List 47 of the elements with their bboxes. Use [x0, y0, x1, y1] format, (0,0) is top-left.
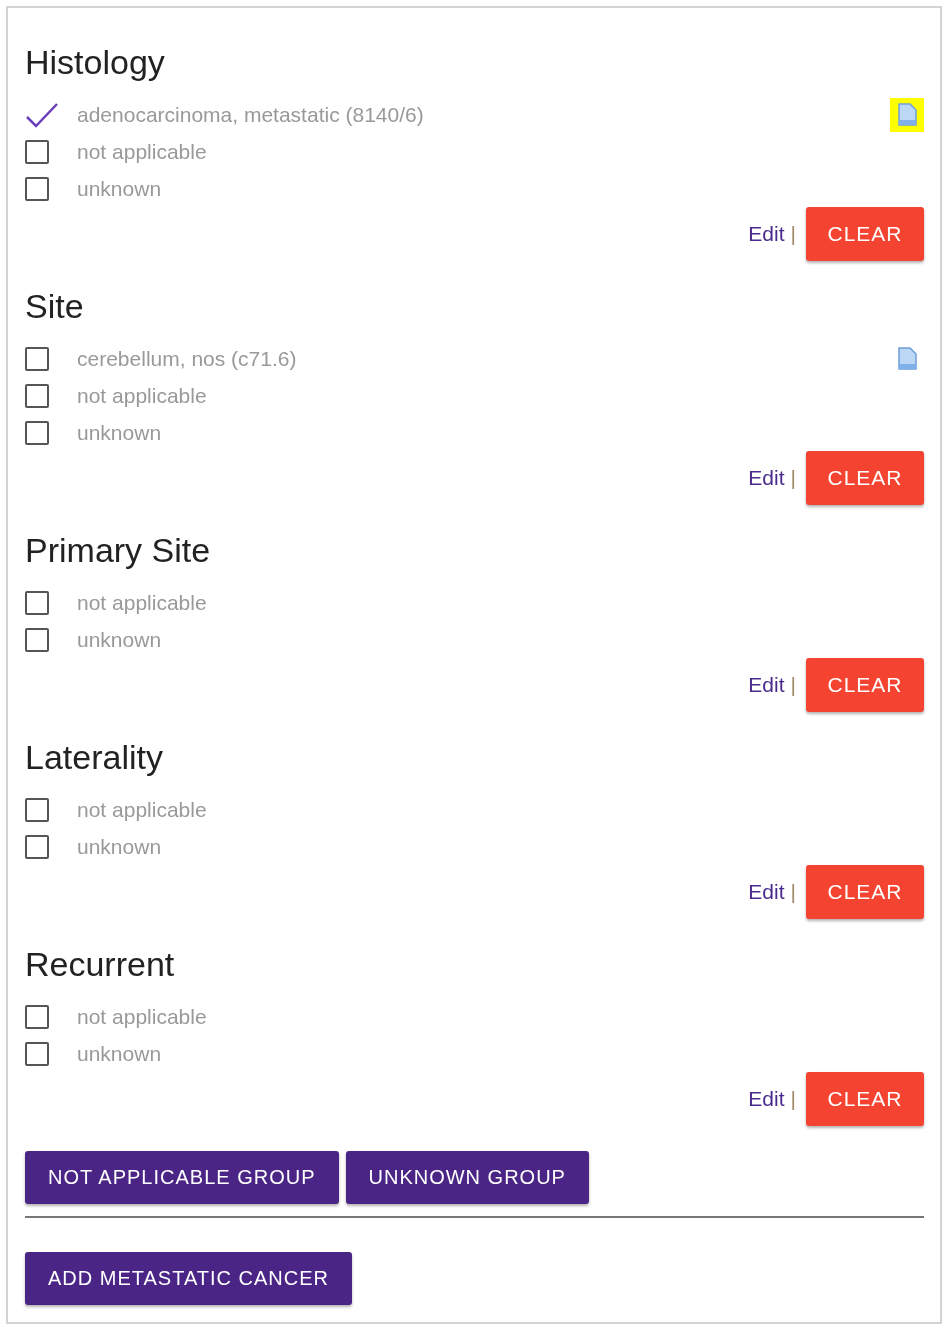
clear-button[interactable]: CLEAR — [806, 658, 924, 712]
option-label: cerebellum, nos (c71.6) — [77, 346, 298, 371]
separator: | — [790, 673, 796, 697]
checkbox[interactable] — [25, 590, 49, 615]
section-heading: Histology — [25, 42, 166, 82]
group-button[interactable]: UNKNOWN GROUP — [345, 1151, 589, 1204]
checkbox[interactable] — [25, 1041, 49, 1066]
checkbox[interactable] — [25, 834, 49, 859]
edit-link[interactable]: Edit — [748, 222, 785, 246]
edit-link[interactable]: Edit — [748, 1087, 785, 1111]
checkmark-icon[interactable] — [25, 101, 59, 128]
checkbox[interactable] — [25, 627, 49, 652]
clear-button[interactable]: CLEAR — [806, 1072, 924, 1126]
option-label: not applicable — [77, 590, 208, 615]
option-label: not applicable — [77, 797, 208, 822]
edit-link[interactable]: Edit — [748, 673, 785, 697]
separator: | — [790, 880, 796, 904]
section-heading: Laterality — [25, 737, 164, 777]
option-label: unknown — [77, 1041, 163, 1066]
section-heading: Site — [25, 286, 85, 326]
clear-button[interactable]: CLEAR — [806, 865, 924, 919]
option-label: not applicable — [77, 383, 208, 408]
checkbox[interactable] — [25, 383, 49, 408]
option-label: not applicable — [77, 139, 208, 164]
option-label: unknown — [77, 627, 163, 652]
option-label: unknown — [77, 834, 163, 859]
add-cancer-button[interactable]: ADD METASTATIC CANCER — [25, 1252, 352, 1305]
separator: | — [790, 1087, 796, 1111]
checkbox[interactable] — [25, 1004, 49, 1029]
checkbox[interactable] — [25, 176, 49, 201]
section-heading: Primary Site — [25, 530, 212, 570]
checkbox[interactable] — [25, 346, 49, 371]
clear-button[interactable]: CLEAR — [806, 207, 924, 261]
option-label: unknown — [77, 176, 163, 201]
edit-link[interactable]: Edit — [748, 466, 785, 490]
option-label: adenocarcinoma, metastatic (8140/6) — [77, 102, 425, 127]
edit-link[interactable]: Edit — [748, 880, 785, 904]
option-label: not applicable — [77, 1004, 208, 1029]
group-button[interactable]: NOT APPLICABLE GROUP — [25, 1151, 339, 1204]
checkbox[interactable] — [25, 420, 49, 445]
checkbox[interactable] — [25, 797, 49, 822]
option-label: unknown — [77, 420, 163, 445]
section-heading: Recurrent — [25, 944, 176, 984]
separator: | — [790, 466, 796, 490]
checkbox[interactable] — [25, 139, 49, 164]
clear-button[interactable]: CLEAR — [806, 451, 924, 505]
separator: | — [790, 222, 796, 246]
